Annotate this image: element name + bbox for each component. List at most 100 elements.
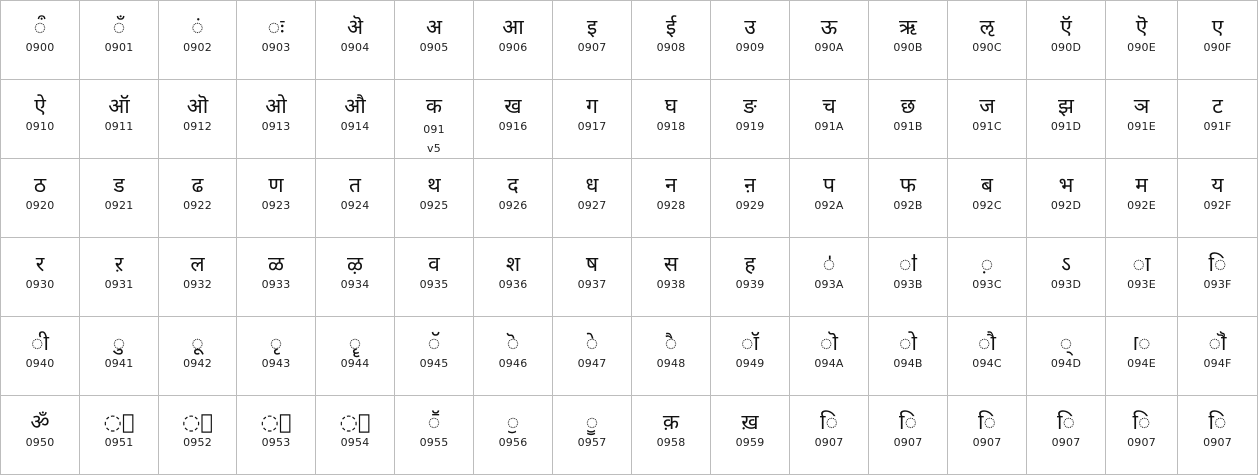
codepoint-label: 0904	[340, 41, 370, 54]
character-glyph: आ	[502, 15, 524, 39]
codepoint-label: 093A	[814, 278, 844, 291]
codepoint-label: 094D	[1050, 357, 1082, 370]
character-cell: ऐ 0910	[1, 80, 80, 159]
codepoint-label: 090E	[1127, 41, 1156, 54]
codepoint-label: 092B	[893, 199, 923, 212]
codepoint-label: 0958	[656, 436, 686, 449]
character-glyph: ऑ	[108, 94, 130, 118]
codepoint-label: 0932	[183, 278, 212, 291]
character-cell: च 091A	[790, 80, 869, 159]
codepoint-label: 092D	[1050, 199, 1082, 212]
character-glyph: ॐ	[30, 410, 50, 434]
character-cell: ओ 0913	[237, 80, 316, 159]
character-glyph: ख़	[741, 410, 759, 434]
character-glyph: ऒ	[186, 94, 209, 118]
character-cell: द 0926	[474, 159, 553, 238]
character-cell: ◌ँ 0901	[80, 1, 159, 80]
character-cell: ट 091F	[1178, 80, 1258, 159]
character-cell: इ 0907	[553, 1, 632, 80]
codepoint-label: 0944	[340, 357, 370, 370]
codepoint-label: 091C	[972, 120, 1002, 133]
character-cell: ज 091C	[948, 80, 1027, 159]
codepoint-label: 094E	[1127, 357, 1156, 370]
character-glyph: ल	[190, 252, 205, 276]
character-glyph: क	[425, 94, 443, 118]
codepoint-label: 0922	[183, 199, 212, 212]
character-glyph: ऋ	[899, 15, 917, 39]
character-cell: ऽ 093D	[1027, 238, 1106, 317]
character-glyph: ऎ	[1135, 15, 1148, 39]
character-glyph: ऱ	[114, 252, 124, 276]
character-cell: र 0930	[1, 238, 80, 317]
character-glyph: अ	[425, 15, 443, 39]
character-glyph: न	[665, 173, 677, 197]
character-cell: ञ 091E	[1106, 80, 1178, 159]
codepoint-label: 0924	[340, 199, 370, 212]
character-glyph: ओ	[265, 94, 287, 118]
character-cell: ई 0908	[632, 1, 711, 80]
character-cell: ◌ॊ 094A	[790, 317, 869, 396]
codepoint-label: 091D	[1050, 120, 1082, 133]
character-cell: क़ 0958	[632, 396, 711, 475]
codepoint-label: 0907	[814, 436, 844, 449]
codepoint-label: 0939	[735, 278, 765, 291]
codepoint-label: 0918	[656, 120, 686, 133]
character-glyph: ◌ा	[1132, 252, 1151, 276]
character-glyph: इ	[586, 15, 598, 39]
codepoint-label: 0934	[340, 278, 370, 291]
character-cell: ◌े 0947	[553, 317, 632, 396]
character-cell: म 092E	[1106, 159, 1178, 238]
codepoint-label: 0927	[577, 199, 607, 212]
character-cell: ◌ी 0940	[1, 317, 80, 396]
character-cell: ◌ॅ 0945	[395, 317, 474, 396]
character-glyph: ग	[586, 94, 598, 118]
character-cell: ऎ 090E	[1106, 1, 1178, 80]
codepoint-label: 0946	[498, 357, 528, 370]
character-glyph: ध	[585, 173, 599, 197]
codepoint-label: 0935	[419, 278, 449, 291]
character-cell: ह 0939	[711, 238, 790, 317]
codepoint-label: 0954	[340, 436, 370, 449]
character-glyph: ◌ि	[1132, 410, 1151, 434]
character-glyph: ष	[585, 252, 599, 276]
character-cell: ◌ः 0903	[237, 1, 316, 80]
character-glyph: ऍ	[1060, 15, 1072, 39]
character-cell: क 091v5	[395, 80, 474, 159]
character-cell: भ 092D	[1027, 159, 1106, 238]
character-cell: ◌ॉ 0949	[711, 317, 790, 396]
codepoint-label: 0907	[893, 436, 923, 449]
codepoint-label: 091B	[893, 120, 923, 133]
character-glyph: ट	[1212, 94, 1223, 118]
character-cell: ◌ृ 0943	[237, 317, 316, 396]
codepoint-label: 0953	[261, 436, 291, 449]
character-cell: ◌ि 0907	[869, 396, 948, 475]
character-cell: ◌॓ 0953	[237, 396, 316, 475]
character-glyph: ◌ो	[899, 331, 917, 355]
codepoint-label: 0921	[104, 199, 134, 212]
character-cell: ◌ु 0941	[80, 317, 159, 396]
codepoint-label: 0919	[735, 120, 765, 133]
codepoint-label: 0936	[498, 278, 528, 291]
character-cell: ङ 0919	[711, 80, 790, 159]
character-glyph: ◌ऻ	[899, 252, 917, 276]
character-glyph: ◌॓	[260, 410, 292, 434]
character-glyph: ◌ि	[978, 410, 996, 434]
codepoint-label: 0923	[261, 199, 291, 212]
character-glyph: ◌ॖ	[506, 410, 520, 434]
character-cell: ◌ॆ 0946	[474, 317, 553, 396]
character-glyph: ऩ	[744, 173, 756, 197]
codepoint-label: 0957	[577, 436, 607, 449]
character-glyph: ◌ं	[191, 15, 204, 39]
character-cell: ◌ॕ 0955	[395, 396, 474, 475]
character-cell: ख 0916	[474, 80, 553, 159]
character-cell: उ 0909	[711, 1, 790, 80]
character-glyph: ए	[1211, 15, 1224, 39]
codepoint-label: 093E	[1127, 278, 1156, 291]
character-glyph: थ	[427, 173, 441, 197]
codepoint-label: 0956	[498, 436, 528, 449]
character-glyph: ◌ै	[664, 331, 678, 355]
codepoint-label: 094C	[972, 357, 1002, 370]
codepoint-label: 0916	[498, 120, 528, 133]
codepoint-label: 093D	[1050, 278, 1082, 291]
codepoint-label: 0912	[183, 120, 212, 133]
